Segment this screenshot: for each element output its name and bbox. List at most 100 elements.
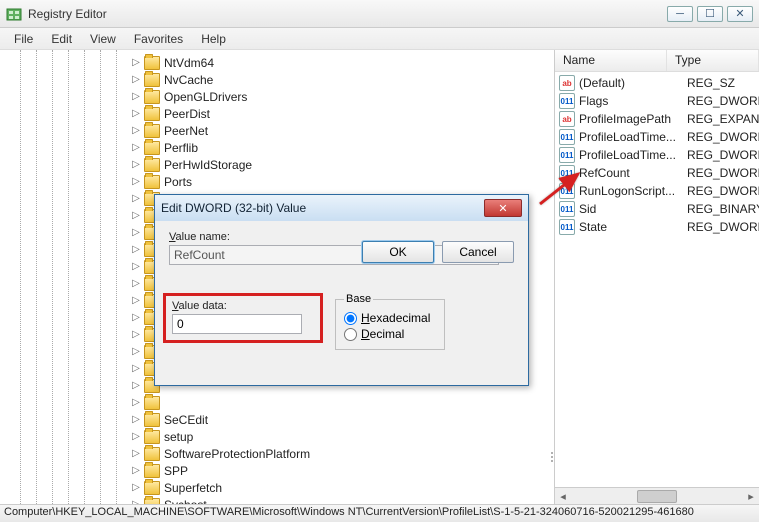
- menu-edit[interactable]: Edit: [43, 30, 80, 48]
- radio-hex-input[interactable]: [344, 312, 357, 325]
- cancel-button[interactable]: Cancel: [442, 241, 514, 263]
- minimize-button[interactable]: ─: [667, 6, 693, 22]
- pane-resizer[interactable]: [548, 446, 555, 468]
- scroll-right-icon[interactable]: ▸: [743, 489, 759, 504]
- dialog-title-bar[interactable]: Edit DWORD (32-bit) Value ✕: [155, 195, 528, 221]
- menu-help[interactable]: Help: [193, 30, 234, 48]
- value-type: REG_BINARY: [687, 202, 759, 216]
- expand-icon[interactable]: ▷: [130, 74, 142, 86]
- list-item[interactable]: 011RunLogonScript...REG_DWORD: [555, 182, 759, 200]
- tree-item[interactable]: ▷: [6, 394, 554, 411]
- tree-item-label: Superfetch: [164, 481, 222, 495]
- expand-icon[interactable]: ▷: [130, 193, 142, 205]
- tree-item[interactable]: ▷ SeCEdit: [6, 411, 554, 428]
- menu-view[interactable]: View: [82, 30, 124, 48]
- scroll-thumb[interactable]: [637, 490, 677, 503]
- expand-icon[interactable]: ▷: [130, 380, 142, 392]
- base-label: Base: [344, 293, 373, 305]
- menu-favorites[interactable]: Favorites: [126, 30, 191, 48]
- tree-item[interactable]: ▷NvCache: [6, 71, 554, 88]
- dialog-close-button[interactable]: ✕: [484, 199, 522, 217]
- folder-icon: [144, 90, 160, 104]
- radio-dec-input[interactable]: [344, 328, 357, 341]
- tree-item[interactable]: ▷ Superfetch: [6, 479, 554, 496]
- tree-item-label: SoftwareProtectionPlatform: [164, 447, 310, 461]
- tree-item[interactable]: ▷Ports: [6, 173, 554, 190]
- list-item[interactable]: 011StateREG_DWORD: [555, 218, 759, 236]
- list-item[interactable]: 011ProfileLoadTime...REG_DWORD: [555, 146, 759, 164]
- folder-icon: [144, 175, 160, 189]
- tree-item-label: SPP: [164, 464, 188, 478]
- expand-icon[interactable]: ▷: [130, 142, 142, 154]
- expand-icon[interactable]: ▷: [130, 278, 142, 290]
- expand-icon[interactable]: ▷: [130, 295, 142, 307]
- expand-icon[interactable]: ▷: [130, 329, 142, 341]
- expand-icon[interactable]: ▷: [130, 244, 142, 256]
- tree-item[interactable]: ▷OpenGLDrivers: [6, 88, 554, 105]
- expand-icon[interactable]: ▷: [130, 363, 142, 375]
- value-name: State: [579, 220, 687, 234]
- expand-icon[interactable]: ▷: [130, 91, 142, 103]
- expand-icon[interactable]: ▷: [130, 414, 142, 426]
- expand-icon[interactable]: ▷: [130, 210, 142, 222]
- expand-icon[interactable]: ▷: [130, 108, 142, 120]
- expand-icon[interactable]: ▷: [130, 482, 142, 494]
- expand-icon[interactable]: ▷: [130, 397, 142, 409]
- folder-icon: [144, 396, 160, 410]
- header-type[interactable]: Type: [667, 50, 759, 71]
- tree-item[interactable]: ▷Svchost: [6, 496, 554, 504]
- list-item[interactable]: 011RefCountREG_DWORD: [555, 164, 759, 182]
- list-header[interactable]: Name Type: [555, 50, 759, 72]
- expand-icon[interactable]: ▷: [130, 448, 142, 460]
- ok-button[interactable]: OK: [362, 241, 434, 263]
- list-item[interactable]: abProfileImagePathREG_EXPAND_SZ: [555, 110, 759, 128]
- tree-item[interactable]: ▷PeerNet: [6, 122, 554, 139]
- expand-icon[interactable]: ▷: [130, 312, 142, 324]
- expand-icon[interactable]: ▷: [130, 125, 142, 137]
- maximize-button[interactable]: ☐: [697, 6, 723, 22]
- expand-icon[interactable]: ▷: [130, 159, 142, 171]
- status-bar: Computer\HKEY_LOCAL_MACHINE\SOFTWARE\Mic…: [0, 504, 759, 522]
- tree-item-label: Perflib: [164, 141, 198, 155]
- value-type: REG_DWORD: [687, 166, 759, 180]
- menu-file[interactable]: File: [6, 30, 41, 48]
- expand-icon[interactable]: ▷: [130, 431, 142, 443]
- radio-hexadecimal[interactable]: Hexadecimal: [344, 311, 430, 325]
- radio-decimal[interactable]: Decimal: [344, 327, 430, 341]
- value-name: ProfileImagePath: [579, 112, 687, 126]
- list-item[interactable]: ab(Default)REG_SZ: [555, 74, 759, 92]
- folder-icon: [144, 430, 160, 444]
- tree-item-label: SeCEdit: [164, 413, 208, 427]
- header-name[interactable]: Name: [555, 50, 667, 71]
- list-item[interactable]: 011FlagsREG_DWORD: [555, 92, 759, 110]
- value-type: REG_DWORD: [687, 94, 759, 108]
- value-data-input[interactable]: [172, 314, 302, 334]
- expand-icon[interactable]: ▷: [130, 261, 142, 273]
- expand-icon[interactable]: ▷: [130, 227, 142, 239]
- expand-icon[interactable]: ▷: [130, 465, 142, 477]
- tree-item-label: PerHwIdStorage: [164, 158, 252, 172]
- value-type: REG_DWORD: [687, 184, 759, 198]
- folder-icon: [144, 107, 160, 121]
- expand-icon[interactable]: ▷: [130, 57, 142, 69]
- close-button[interactable]: ✕: [727, 6, 753, 22]
- tree-item[interactable]: ▷ PeerDist: [6, 105, 554, 122]
- tree-item[interactable]: ▷setup: [6, 428, 554, 445]
- expand-icon[interactable]: ▷: [130, 176, 142, 188]
- edit-dword-dialog: Edit DWORD (32-bit) Value ✕ Value name: …: [154, 194, 529, 386]
- base-group: Base Hexadecimal Decimal: [335, 293, 445, 350]
- list-item[interactable]: 011SidREG_BINARY: [555, 200, 759, 218]
- folder-icon: [144, 158, 160, 172]
- values-pane: Name Type ab(Default)REG_SZ011FlagsREG_D…: [555, 50, 759, 504]
- string-value-icon: ab: [559, 75, 575, 91]
- list-item[interactable]: 011ProfileLoadTime...REG_DWORD: [555, 128, 759, 146]
- expand-icon[interactable]: ▷: [130, 346, 142, 358]
- tree-item[interactable]: ▷NtVdm64: [6, 54, 554, 71]
- scroll-left-icon[interactable]: ◂: [555, 489, 571, 504]
- tree-item[interactable]: ▷ SoftwareProtectionPlatform: [6, 445, 554, 462]
- tree-item[interactable]: ▷ SPP: [6, 462, 554, 479]
- horizontal-scrollbar[interactable]: ◂ ▸: [555, 487, 759, 504]
- tree-item[interactable]: ▷ Perflib: [6, 139, 554, 156]
- tree-item-label: PeerDist: [164, 107, 210, 121]
- tree-item[interactable]: ▷ PerHwIdStorage: [6, 156, 554, 173]
